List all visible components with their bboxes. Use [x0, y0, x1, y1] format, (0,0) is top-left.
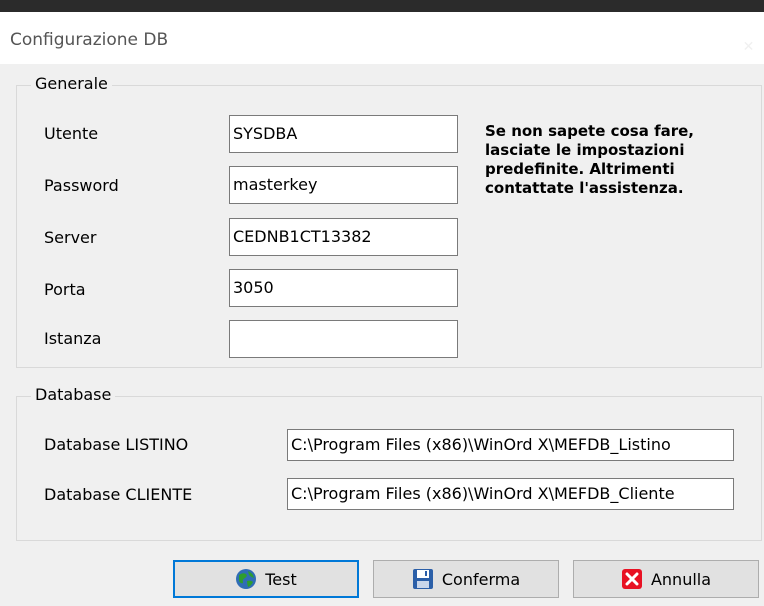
test-button[interactable]: Test: [173, 560, 359, 598]
server-input[interactable]: CEDNB1CT13382: [229, 218, 458, 256]
generale-legend: Generale: [31, 74, 112, 93]
floppy-disk-icon: [412, 568, 434, 590]
window-top-border: [0, 0, 764, 12]
title-bar[interactable]: Configurazione DB ✕: [0, 12, 764, 64]
help-note: Se non sapete cosa fare, lasciate le imp…: [485, 122, 694, 197]
porta-label: Porta: [44, 280, 86, 299]
window-title: Configurazione DB: [10, 30, 169, 50]
porta-input[interactable]: 3050: [229, 269, 458, 307]
database-group: [16, 396, 762, 541]
conferma-button[interactable]: Conferma: [373, 560, 559, 598]
close-icon[interactable]: ✕: [733, 29, 764, 64]
database-cliente-input[interactable]: C:\Program Files (x86)\WinOrd X\MEFDB_Cl…: [287, 478, 734, 510]
database-cliente-label: Database CLIENTE: [44, 485, 193, 504]
red-x-icon: [621, 568, 643, 590]
password-input[interactable]: masterkey: [229, 166, 458, 204]
istanza-label: Istanza: [44, 329, 102, 348]
database-listino-input[interactable]: C:\Program Files (x86)\WinOrd X\MEFDB_Li…: [287, 429, 734, 461]
istanza-input[interactable]: [229, 320, 458, 358]
database-listino-label: Database LISTINO: [44, 435, 189, 454]
test-button-label: Test: [265, 569, 297, 589]
annulla-button[interactable]: Annulla: [573, 560, 759, 598]
utente-input[interactable]: SYSDBA: [229, 115, 458, 153]
database-legend: Database: [31, 385, 116, 404]
server-label: Server: [44, 228, 97, 247]
password-label: Password: [44, 176, 119, 195]
globe-icon: [235, 568, 257, 590]
utente-label: Utente: [44, 124, 99, 143]
conferma-button-label: Conferma: [441, 569, 521, 589]
annulla-button-label: Annulla: [650, 569, 712, 589]
